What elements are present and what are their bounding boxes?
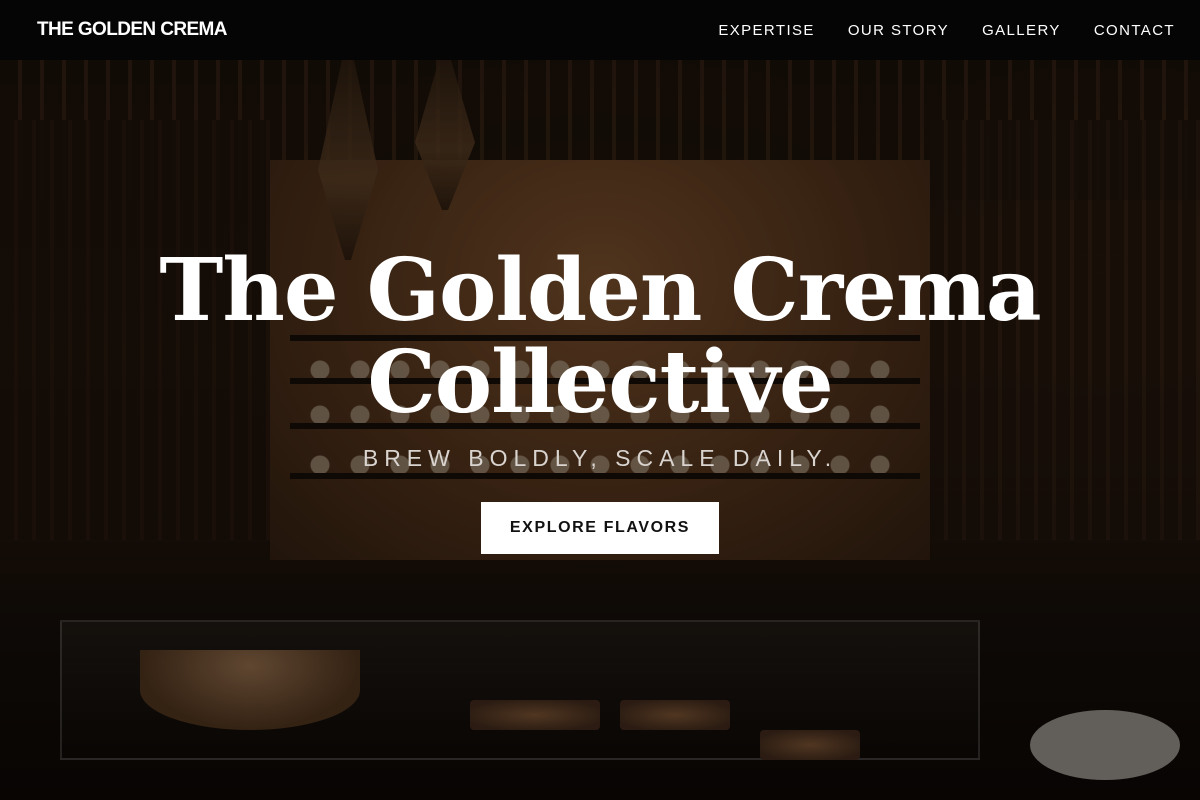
nav-link-our-story[interactable]: OUR STORY (848, 22, 949, 39)
brand-logo-link[interactable]: THE GOLDEN CREMA (37, 19, 228, 41)
hero-tagline: BREW BOLDLY, SCALE DAILY. (362, 445, 838, 471)
explore-flavors-button[interactable]: EXPLORE FLAVORS (481, 502, 719, 554)
nav-link-contact[interactable]: CONTACT (1094, 22, 1175, 39)
nav-links: EXPERTISE OUR STORY GALLERY CONTACT (718, 22, 1175, 39)
nav-link-expertise[interactable]: EXPERTISE (718, 22, 815, 39)
hero-title: The Golden Crema Collective (159, 240, 1041, 433)
hero-section: The Golden Crema Collective BREW BOLDLY,… (0, 60, 1200, 800)
top-navbar: THE GOLDEN CREMA EXPERTISE OUR STORY GAL… (0, 0, 1200, 60)
nav-link-gallery[interactable]: GALLERY (982, 22, 1061, 39)
